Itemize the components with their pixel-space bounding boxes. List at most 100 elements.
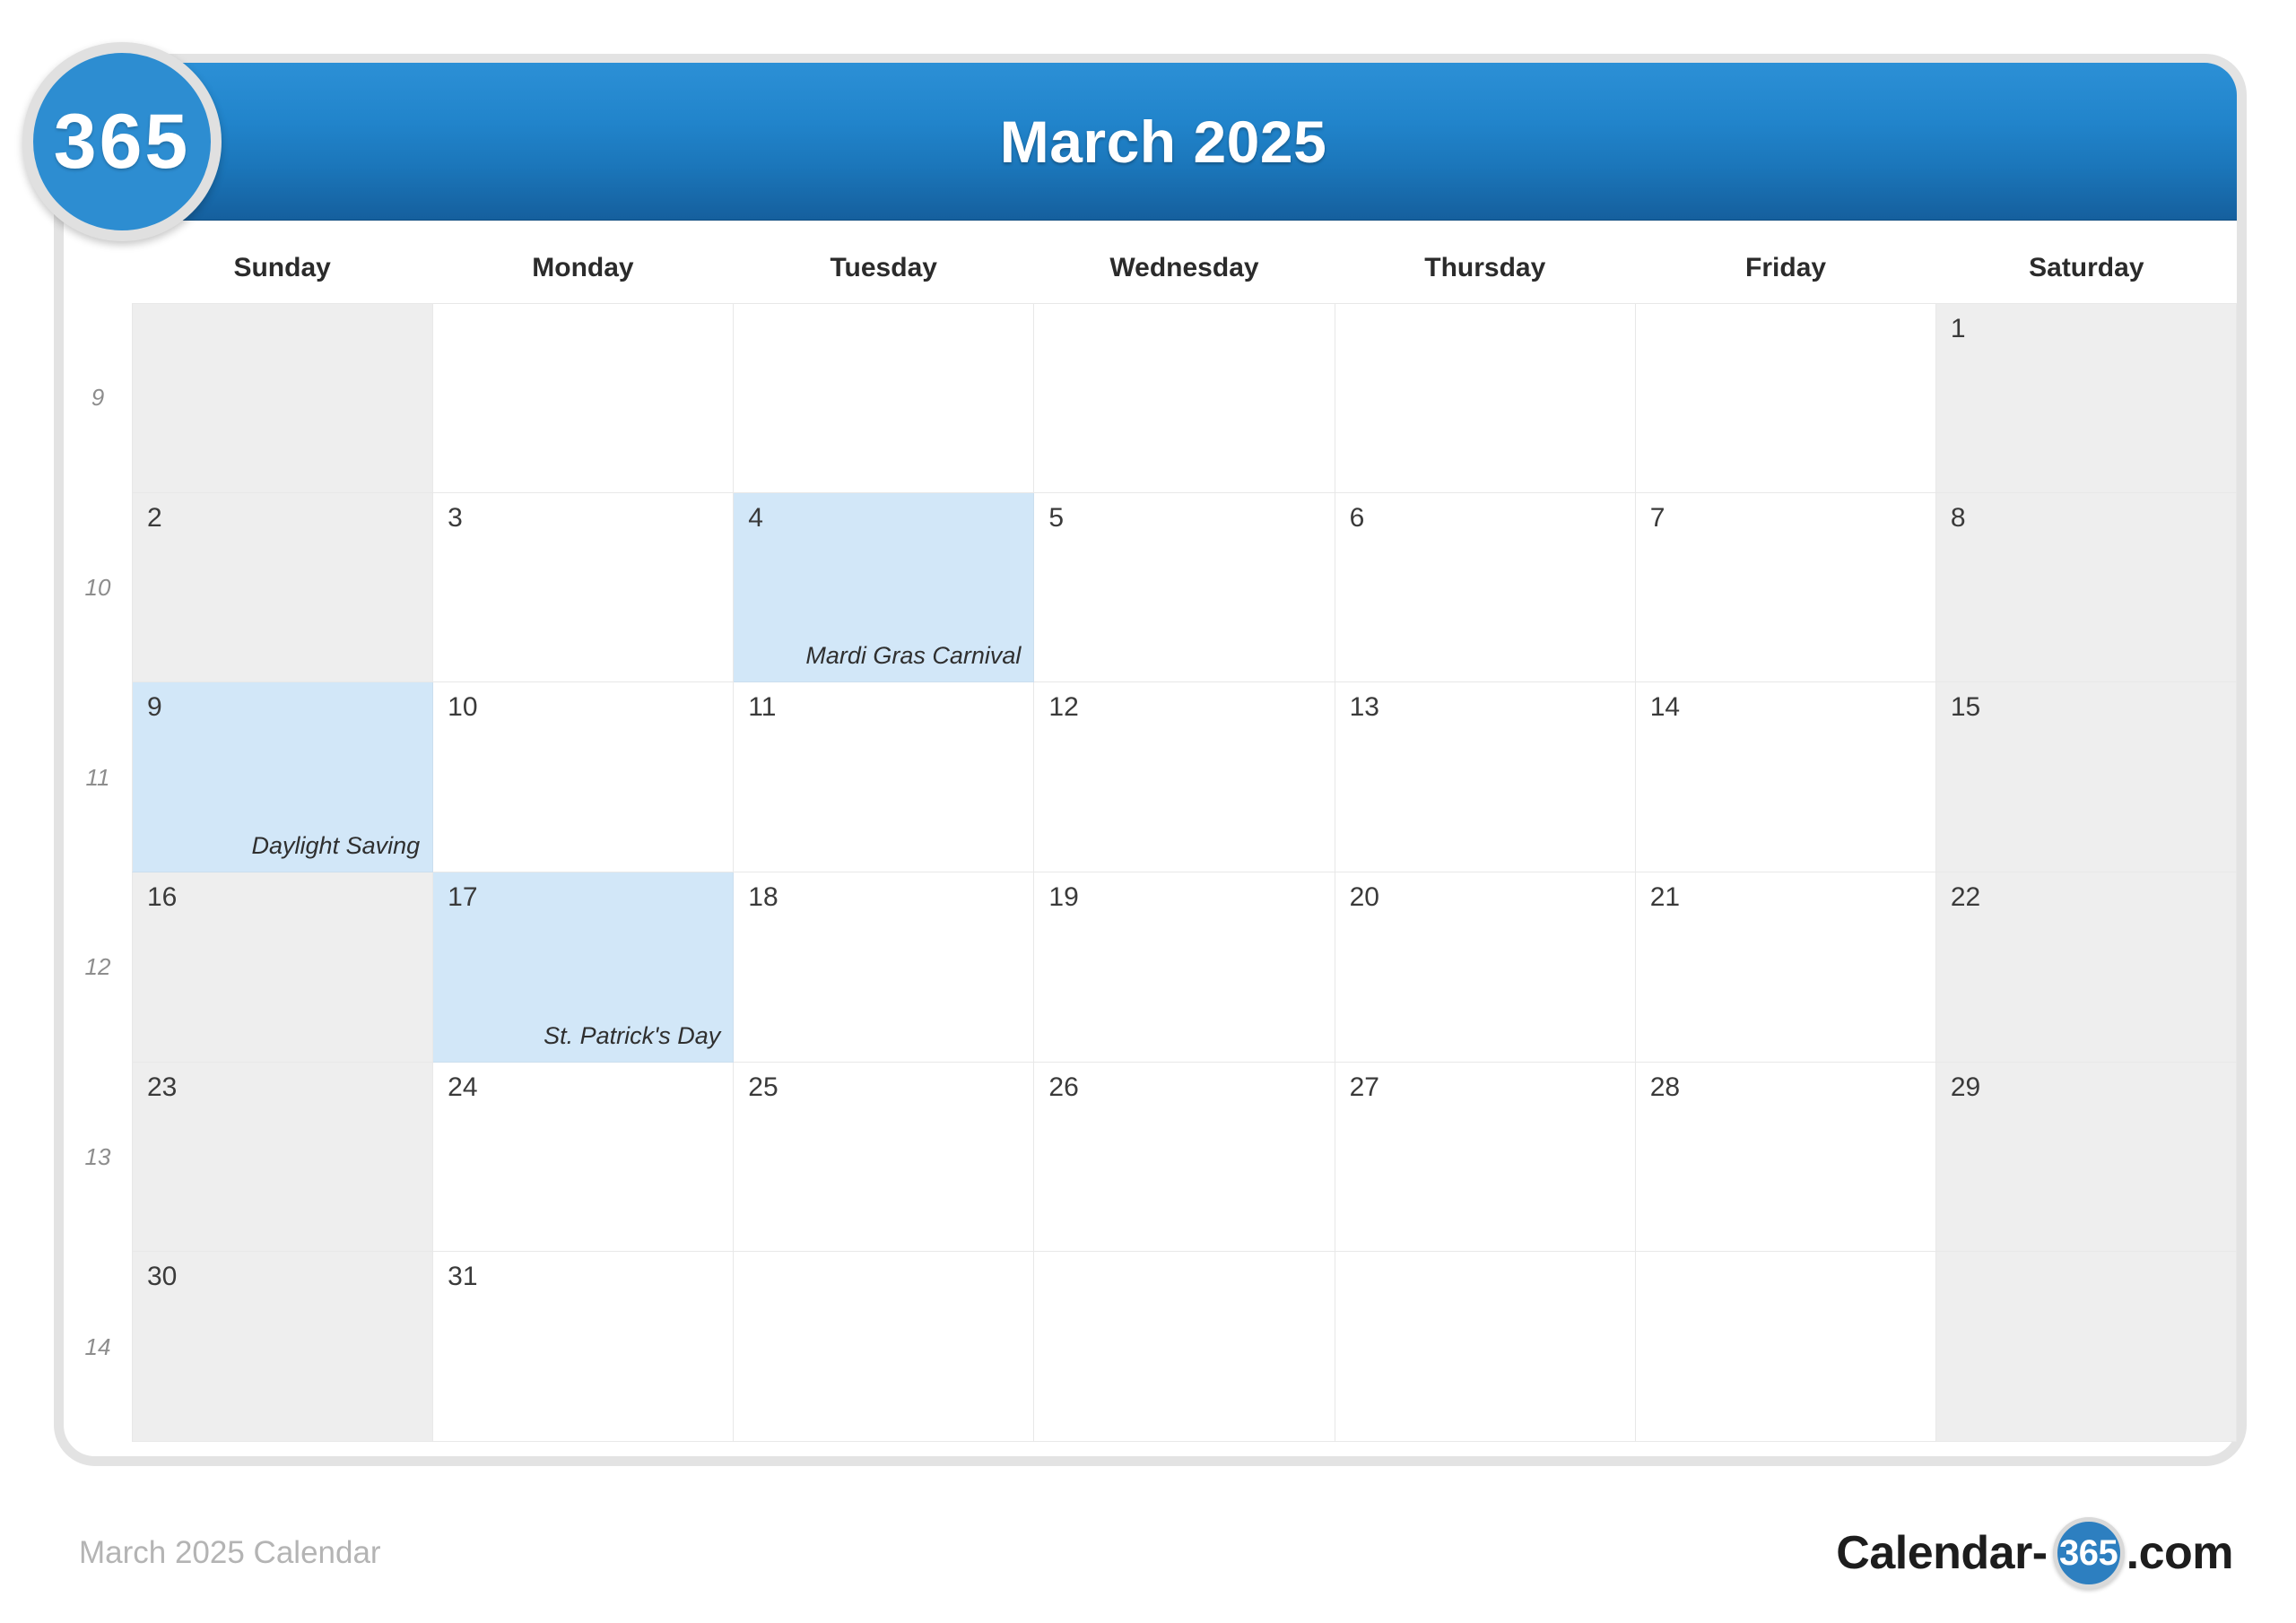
day-cell[interactable]: 8	[1935, 492, 2237, 683]
day-cell[interactable]: 6	[1335, 492, 1636, 683]
day-cell-empty	[1335, 1252, 1636, 1443]
day-cell[interactable]: 9 Daylight Saving	[132, 682, 434, 873]
day-cell[interactable]: 22	[1935, 872, 2237, 1063]
week-number: 11	[85, 763, 110, 791]
weekday-header-wednesday: Wednesday	[1109, 253, 1259, 282]
day-cell[interactable]: 29	[1935, 1062, 2237, 1253]
weekday-header-tuesday: Tuesday	[830, 253, 937, 282]
day-number: 16	[147, 882, 178, 913]
day-number: 12	[1048, 692, 1079, 723]
day-cell[interactable]: 18	[734, 872, 1035, 1063]
week-row: 13 23 24 25 26 27 28 29	[64, 1062, 2237, 1253]
week-number: 13	[84, 1143, 111, 1171]
day-cell-empty	[1335, 303, 1636, 493]
day-cell[interactable]: 20	[1335, 872, 1636, 1063]
day-number: 31	[448, 1262, 478, 1292]
day-cell-empty	[1935, 1252, 2237, 1443]
day-cell-empty	[1034, 303, 1335, 493]
day-cell[interactable]: 17 St. Patrick's Day	[433, 872, 735, 1063]
week-number: 14	[84, 1332, 111, 1360]
day-number: 30	[147, 1262, 178, 1292]
day-event-label[interactable]: Daylight Saving	[252, 832, 421, 860]
day-cell[interactable]: 31	[433, 1252, 735, 1443]
week-row: 12 16 17 St. Patrick's Day 18 19 20 21 22	[64, 872, 2237, 1063]
day-number: 15	[1950, 692, 1981, 723]
day-number: 19	[1048, 882, 1079, 913]
brand-badge-365: 365	[22, 42, 222, 241]
calendar-header-bar: March 2025	[63, 63, 2237, 221]
footer-logo-suffix: .com	[2126, 1527, 2234, 1579]
day-cell[interactable]: 25	[734, 1062, 1035, 1253]
day-number: 20	[1349, 882, 1379, 913]
day-number: 10	[448, 692, 478, 723]
day-cell[interactable]: 2	[132, 492, 434, 683]
day-cell-empty	[1034, 1252, 1335, 1443]
day-cell[interactable]: 11	[734, 682, 1035, 873]
day-number: 25	[748, 1072, 778, 1102]
day-number: 24	[448, 1072, 478, 1102]
weekday-header-row: Sunday Monday Tuesday Wednesday Thursday Frid…	[64, 233, 2237, 303]
day-cell[interactable]: 16	[132, 872, 434, 1063]
day-cell[interactable]: 15	[1935, 682, 2237, 873]
day-cell[interactable]: 28	[1635, 1062, 1936, 1253]
day-cell-empty	[1635, 303, 1936, 493]
week-number: 10	[84, 574, 111, 601]
day-cell[interactable]: 7	[1635, 492, 1936, 683]
footer-logo-circle-icon: 365	[2052, 1517, 2125, 1589]
footer-caption: March 2025 Calendar	[79, 1535, 381, 1570]
calendar-page: March 2025 365 SundayMondayTuesdayWednes…	[0, 0, 2296, 1623]
week-row: 14 30 31	[64, 1252, 2237, 1443]
day-cell[interactable]: 13	[1335, 682, 1636, 873]
page-title: March 2025	[999, 108, 1327, 175]
day-cell[interactable]: 23	[132, 1062, 434, 1253]
day-event-label[interactable]: St. Patrick's Day	[544, 1022, 720, 1050]
day-number: 28	[1649, 1072, 1681, 1102]
calendar-grid: 9 1 10 2 3 4 Mardi Gras Carnival 5 6 7 8 11 9 Dayligh…	[64, 303, 2237, 1443]
day-cell[interactable]: 1	[1935, 303, 2237, 493]
day-cell[interactable]: 10	[433, 682, 735, 873]
day-cell-empty	[433, 303, 735, 493]
day-cell[interactable]: 19	[1034, 872, 1335, 1063]
day-number: 27	[1349, 1072, 1379, 1102]
day-cell-empty	[734, 303, 1035, 493]
weekday-header-sunday: Sunday	[233, 253, 331, 282]
day-number: 21	[1649, 882, 1681, 913]
day-number: 9	[147, 692, 162, 723]
weekday-header-thursday: Thursday	[1424, 253, 1546, 282]
day-number: 6	[1349, 502, 1365, 533]
day-number: 26	[1048, 1072, 1079, 1102]
day-number: 11	[748, 692, 777, 723]
day-number: 29	[1950, 1072, 1981, 1102]
brand-badge-label: 365	[53, 98, 191, 185]
day-number: 5	[1048, 502, 1065, 533]
day-number: 13	[1349, 692, 1379, 723]
footer-brand-logo[interactable]: Calendar- 365 .com	[1836, 1517, 2234, 1589]
day-cell[interactable]: 3	[433, 492, 735, 683]
day-number: 7	[1649, 502, 1665, 533]
week-number: 12	[84, 953, 111, 981]
day-cell[interactable]: 30	[132, 1252, 434, 1443]
day-cell[interactable]: 27	[1335, 1062, 1636, 1253]
day-cell-empty	[1635, 1252, 1936, 1443]
day-number: 8	[1950, 502, 1966, 533]
day-number: 4	[748, 502, 763, 533]
day-cell[interactable]: 14	[1635, 682, 1936, 873]
day-cell-empty	[734, 1252, 1035, 1443]
day-cell-empty	[132, 303, 434, 493]
day-cell[interactable]: 26	[1034, 1062, 1335, 1253]
day-cell[interactable]: 5	[1034, 492, 1335, 683]
weekday-header-saturday: Saturday	[2029, 253, 2144, 282]
day-number: 23	[147, 1072, 178, 1102]
week-number: 9	[91, 384, 105, 412]
weekday-header-friday: Friday	[1745, 253, 1827, 282]
day-event-label[interactable]: Mardi Gras Carnival	[805, 642, 1021, 670]
day-cell[interactable]: 21	[1635, 872, 1936, 1063]
weekday-header-monday: Monday	[532, 253, 634, 282]
day-cell[interactable]: 24	[433, 1062, 735, 1253]
calendar-frame: March 2025 365 SundayMondayTuesdayWednes…	[54, 54, 2247, 1466]
week-row: 91	[64, 303, 2237, 493]
day-cell[interactable]: 12	[1034, 682, 1335, 873]
day-cell[interactable]: 4 Mardi Gras Carnival	[734, 492, 1035, 683]
day-number: 22	[1950, 882, 1981, 913]
day-number: 18	[748, 882, 778, 913]
